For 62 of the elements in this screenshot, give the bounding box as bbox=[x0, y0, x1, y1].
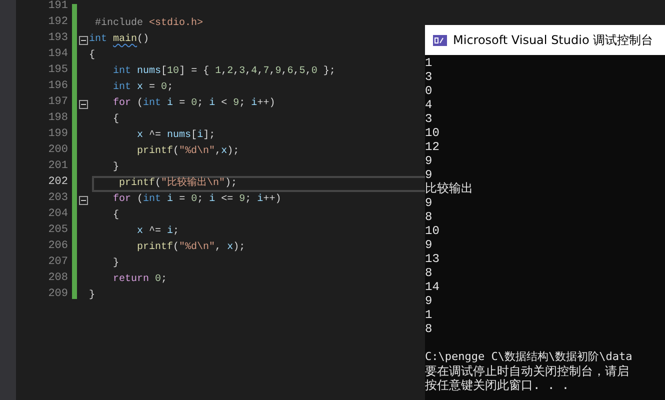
code-line: for (int i = 0; i <= 9; i++) bbox=[112, 192, 282, 207]
code-line: #include <stdio.h> bbox=[94, 16, 204, 31]
line-number: 201 bbox=[47, 160, 69, 174]
line-number: 195 bbox=[47, 64, 69, 78]
console-app-icon bbox=[433, 34, 447, 46]
console-message: C:\pengge C\数据结构\数据初阶\data bbox=[425, 350, 632, 363]
line-number: 194 bbox=[47, 48, 69, 62]
console-output: 8 bbox=[425, 266, 432, 280]
line-number: 206 bbox=[47, 240, 69, 254]
line-number: 196 bbox=[47, 80, 69, 94]
console-output: 3 bbox=[425, 112, 432, 126]
collapse-icon[interactable] bbox=[79, 100, 88, 108]
console-output: 8 bbox=[425, 322, 432, 336]
line-number: 199 bbox=[47, 128, 69, 142]
console-output: 1 bbox=[425, 308, 432, 322]
console-output: 9 bbox=[425, 196, 432, 210]
line-number: 192 bbox=[47, 16, 69, 30]
code-line: int nums[10] = { 1,2,3,4,7,9,6,5,0 }; bbox=[112, 64, 336, 79]
line-number: 200 bbox=[47, 144, 69, 158]
code-line: { bbox=[112, 112, 120, 127]
code-line: { bbox=[88, 48, 96, 63]
console-output: 0 bbox=[425, 84, 432, 98]
console-message: 要在调试停止时自动关闭控制台，请启 bbox=[425, 364, 629, 378]
console-output: 14 bbox=[425, 280, 440, 294]
console-output: 13 bbox=[425, 252, 440, 266]
line-number: 191 bbox=[47, 0, 69, 14]
line-number: 207 bbox=[47, 256, 69, 270]
console-output: 10 bbox=[425, 126, 440, 140]
line-number: 197 bbox=[47, 96, 69, 110]
window-title: Microsoft Visual Studio 调试控制台 bbox=[453, 32, 654, 48]
code-line: return 0; bbox=[112, 273, 168, 287]
code-line: for (int i = 0; i < 9; i++) bbox=[112, 96, 276, 111]
console-output: 10 bbox=[425, 224, 440, 238]
console-output: 9 bbox=[425, 294, 432, 308]
console-output: 3 bbox=[425, 70, 432, 84]
code-line: int main() bbox=[88, 32, 150, 47]
console-output: 9 bbox=[425, 154, 432, 168]
code-line: x ^= nums[i]; bbox=[136, 128, 216, 143]
console-message: 按任意键关闭此窗口. . . bbox=[425, 378, 570, 392]
code-line: } bbox=[112, 256, 120, 271]
console-output: 8 bbox=[425, 210, 432, 224]
code-line: printf("%d\n",x); bbox=[136, 144, 240, 159]
line-number: 193 bbox=[47, 32, 69, 46]
console-output: 9 bbox=[425, 238, 432, 252]
collapse-icon[interactable] bbox=[79, 36, 88, 44]
collapse-icon[interactable] bbox=[79, 196, 88, 204]
code-line: x ^= i; bbox=[136, 224, 180, 239]
line-number: 208 bbox=[47, 272, 69, 286]
console-output: 4 bbox=[425, 98, 432, 112]
line-number: 205 bbox=[47, 224, 69, 238]
line-number: 202 bbox=[47, 176, 69, 190]
line-number: 203 bbox=[47, 192, 69, 206]
code-line: { bbox=[112, 208, 120, 223]
console-output: 12 bbox=[425, 140, 440, 154]
line-number: 204 bbox=[47, 208, 69, 222]
code-line: int x = 0; bbox=[112, 80, 174, 95]
line-number: 209 bbox=[47, 288, 69, 302]
line-number: 198 bbox=[47, 112, 69, 126]
code-line: } bbox=[112, 160, 120, 175]
console-output: 1 bbox=[425, 56, 432, 70]
code-line: } bbox=[88, 288, 96, 303]
code-line: printf("%d\n", x); bbox=[136, 240, 246, 255]
